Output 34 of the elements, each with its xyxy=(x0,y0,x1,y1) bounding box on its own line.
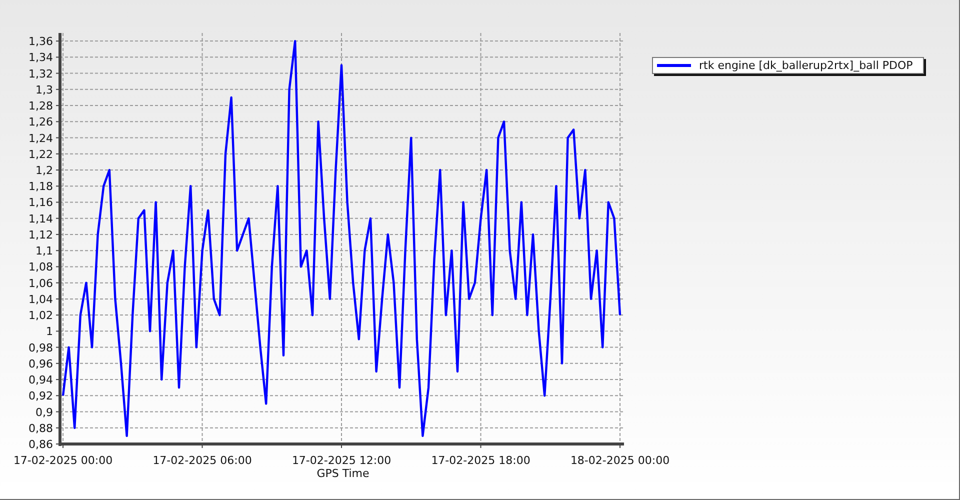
tick-label: 17-02-2025 00:00 xyxy=(13,454,113,467)
tick-label: 1,36 xyxy=(28,35,53,48)
tick-label: 1,14 xyxy=(28,212,53,226)
tick-label: 0,94 xyxy=(28,374,53,387)
tick-label: 1,3 xyxy=(36,83,53,96)
tick-label: 1,1 xyxy=(36,244,53,258)
tick-label: 17-02-2025 18:00 xyxy=(431,454,530,467)
tick-label: 1,02 xyxy=(28,309,53,322)
tick-label: 0,86 xyxy=(28,438,53,451)
tick-label: 0,96 xyxy=(28,357,53,370)
tick-label: 1,18 xyxy=(28,180,53,194)
tick-label: 0,92 xyxy=(28,390,53,403)
tick-label: 1,2 xyxy=(36,164,53,177)
tick-label: 1,08 xyxy=(28,260,53,274)
legend-label: rtk engine [dk_ballerup2rtx]_ball PDOP xyxy=(699,59,913,72)
tick-label: 1,32 xyxy=(28,67,53,80)
tick-label: 1,26 xyxy=(28,116,53,129)
tick-label: 1,06 xyxy=(28,276,53,290)
tick-label: 17-02-2025 06:00 xyxy=(152,454,252,467)
tick-label: 1,34 xyxy=(28,51,53,64)
tick-label: 0,98 xyxy=(28,341,53,354)
tick-label: 1,16 xyxy=(28,196,53,210)
axis-title: GPS Time xyxy=(316,467,370,480)
tick-label: 1,04 xyxy=(28,292,53,306)
tick-label: 0,9 xyxy=(36,406,53,419)
legend-line-icon xyxy=(657,64,691,67)
tick-label: 1 xyxy=(46,325,53,338)
tick-label: 0,88 xyxy=(28,422,53,435)
tick-label: 1,24 xyxy=(28,132,53,145)
tick-label: 17-02-2025 12:00 xyxy=(292,454,392,467)
tick-label: 18-02-2025 00:00 xyxy=(570,454,670,467)
tick-label: 1,22 xyxy=(28,148,53,161)
tick-label: 1,12 xyxy=(28,228,53,242)
tick-label: 1,28 xyxy=(28,100,53,113)
